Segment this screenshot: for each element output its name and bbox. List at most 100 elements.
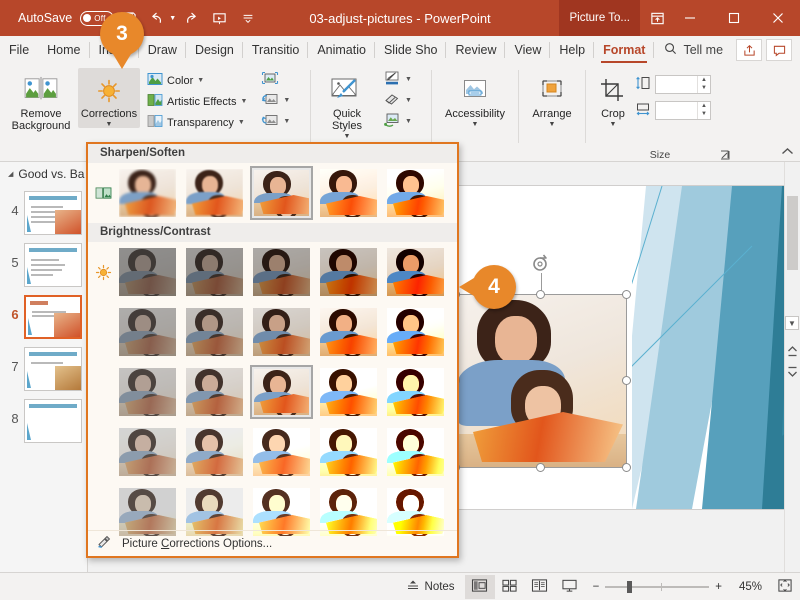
- sharpen-thumb[interactable]: [384, 166, 447, 220]
- chevron-down-icon[interactable]: ▼: [610, 121, 617, 128]
- share-icon[interactable]: [736, 39, 762, 61]
- picture-effects-button[interactable]: ▼: [380, 90, 415, 111]
- transparency-button[interactable]: Transparency ▼: [144, 112, 250, 133]
- brightness-thumb[interactable]: [384, 305, 447, 359]
- brightness-thumb[interactable]: [116, 365, 179, 419]
- arrange-button[interactable]: Arrange ▼: [524, 68, 580, 128]
- close-icon[interactable]: [756, 0, 800, 36]
- picture-layout-button[interactable]: ▼: [380, 111, 415, 132]
- chevron-down-icon[interactable]: ▼: [405, 76, 412, 83]
- picture-corrections-options-item[interactable]: Picture Corrections Options...: [88, 530, 457, 556]
- slide-thumbnail-pane[interactable]: ◢ Good vs. Ba 4 5 6 7 8: [0, 162, 88, 572]
- brightness-thumb[interactable]: [116, 425, 179, 479]
- current-slide[interactable]: [455, 186, 800, 509]
- brightness-thumb[interactable]: [183, 365, 246, 419]
- ribbon-display-options-icon[interactable]: [646, 8, 668, 28]
- tab-home[interactable]: Home: [38, 36, 90, 64]
- slide-thumbnail[interactable]: [24, 243, 82, 287]
- zoom-slider-knob[interactable]: [627, 580, 633, 593]
- shape-width-input[interactable]: ▲ ▼: [655, 100, 711, 120]
- brightness-thumb[interactable]: [183, 305, 246, 359]
- tab-design[interactable]: Design: [186, 36, 243, 64]
- brightness-thumb[interactable]: [317, 305, 380, 359]
- remove-background-button[interactable]: Remove Background: [5, 68, 77, 132]
- slideshow-button[interactable]: [555, 575, 585, 599]
- tab-draw[interactable]: Draw: [139, 36, 187, 64]
- chevron-collapse-icon[interactable]: ◢: [8, 170, 13, 178]
- size-dialog-launcher[interactable]: [720, 150, 730, 162]
- tab-animations[interactable]: Animatio: [308, 36, 375, 64]
- sharpen-thumb-selected[interactable]: [250, 166, 313, 220]
- brightness-thumb[interactable]: [384, 425, 447, 479]
- vertical-scrollbar-thumb[interactable]: [787, 196, 798, 270]
- tab-slide-show[interactable]: Slide Sho: [375, 36, 447, 64]
- slide-thumbnail[interactable]: [24, 295, 82, 339]
- chevron-down-icon[interactable]: ▼: [197, 77, 204, 84]
- corrections-button[interactable]: Corrections ▼: [78, 68, 140, 128]
- tab-review[interactable]: Review: [446, 36, 506, 64]
- notes-button[interactable]: Notes: [396, 573, 465, 600]
- crop-button[interactable]: Crop ▼: [591, 68, 635, 128]
- sharpen-thumb[interactable]: [116, 166, 179, 220]
- reading-view-button[interactable]: [525, 575, 555, 599]
- reset-picture-button[interactable]: ▼: [258, 111, 293, 132]
- resize-handle-se[interactable]: [622, 463, 631, 472]
- tab-transitions[interactable]: Transitio: [243, 36, 309, 64]
- brightness-thumb[interactable]: [250, 425, 313, 479]
- tab-view[interactable]: View: [505, 36, 551, 64]
- list-item[interactable]: 4: [0, 187, 87, 239]
- slide-vertical-scrollbar[interactable]: ▼: [784, 162, 800, 572]
- resize-handle-ne[interactable]: [622, 290, 631, 299]
- normal-view-button[interactable]: [464, 574, 495, 599]
- resize-handle-s[interactable]: [536, 463, 545, 472]
- chevron-down-icon[interactable]: ▼: [283, 97, 290, 104]
- zoom-out-button[interactable]: −: [593, 581, 600, 593]
- chevron-down-icon[interactable]: ▼: [106, 121, 113, 128]
- list-item[interactable]: 6: [0, 291, 87, 343]
- shape-height-input[interactable]: ▲ ▼: [655, 74, 711, 94]
- shape-height-stepper[interactable]: ▲ ▼: [697, 75, 710, 93]
- list-item[interactable]: 5: [0, 239, 87, 291]
- minimize-icon[interactable]: [668, 0, 712, 36]
- color-button[interactable]: Color ▼: [144, 70, 250, 91]
- tab-file[interactable]: File: [0, 36, 38, 64]
- artistic-effects-button[interactable]: Artistic Effects ▼: [144, 91, 250, 112]
- chevron-down-icon[interactable]: ▼: [405, 118, 412, 125]
- tab-help[interactable]: Help: [550, 36, 594, 64]
- customize-qat-icon[interactable]: [235, 6, 260, 30]
- quick-styles-button[interactable]: Quick Styles ▼: [316, 68, 378, 140]
- brightness-thumb[interactable]: [183, 425, 246, 479]
- change-picture-button[interactable]: ▼: [258, 90, 293, 111]
- brightness-thumb[interactable]: [384, 365, 447, 419]
- shape-width-stepper[interactable]: ▲ ▼: [697, 101, 710, 119]
- brightness-thumb[interactable]: [183, 245, 246, 299]
- slide-thumbnail[interactable]: [24, 191, 82, 235]
- zoom-control[interactable]: − + 45%: [585, 580, 770, 593]
- chevron-down-icon[interactable]: ▼: [238, 119, 245, 126]
- resize-handle-n[interactable]: [536, 290, 545, 299]
- zoom-level-label[interactable]: 45%: [728, 581, 762, 593]
- chevron-down-icon[interactable]: ▼: [344, 133, 351, 140]
- compress-pictures-button[interactable]: [258, 69, 293, 90]
- tell-me-search[interactable]: Tell me: [654, 42, 733, 58]
- comment-icon[interactable]: [766, 39, 792, 61]
- corrections-gallery-dropdown[interactable]: Sharpen/Soften Brightness/Contrast Pictu…: [86, 142, 459, 558]
- brightness-thumb[interactable]: [317, 425, 380, 479]
- fit-to-window-button[interactable]: [770, 575, 800, 599]
- brightness-thumb[interactable]: [317, 245, 380, 299]
- sharpen-thumb[interactable]: [183, 166, 246, 220]
- brightness-thumb[interactable]: [250, 245, 313, 299]
- collapse-ribbon-icon[interactable]: [781, 147, 794, 159]
- picture-border-button[interactable]: ▼: [380, 69, 415, 90]
- slide-thumbnail[interactable]: [24, 347, 82, 391]
- scroll-down-button[interactable]: ▼: [785, 316, 799, 330]
- previous-slide-button[interactable]: [785, 344, 799, 358]
- redo-icon[interactable]: [179, 6, 204, 30]
- brightness-thumb[interactable]: [116, 305, 179, 359]
- slide-sorter-button[interactable]: [495, 575, 525, 599]
- zoom-slider-track[interactable]: [605, 580, 710, 593]
- tab-format[interactable]: Format: [594, 36, 655, 64]
- chevron-down-icon[interactable]: ▼: [472, 121, 479, 128]
- brightness-thumb[interactable]: [116, 245, 179, 299]
- chevron-down-icon[interactable]: ▼: [549, 121, 556, 128]
